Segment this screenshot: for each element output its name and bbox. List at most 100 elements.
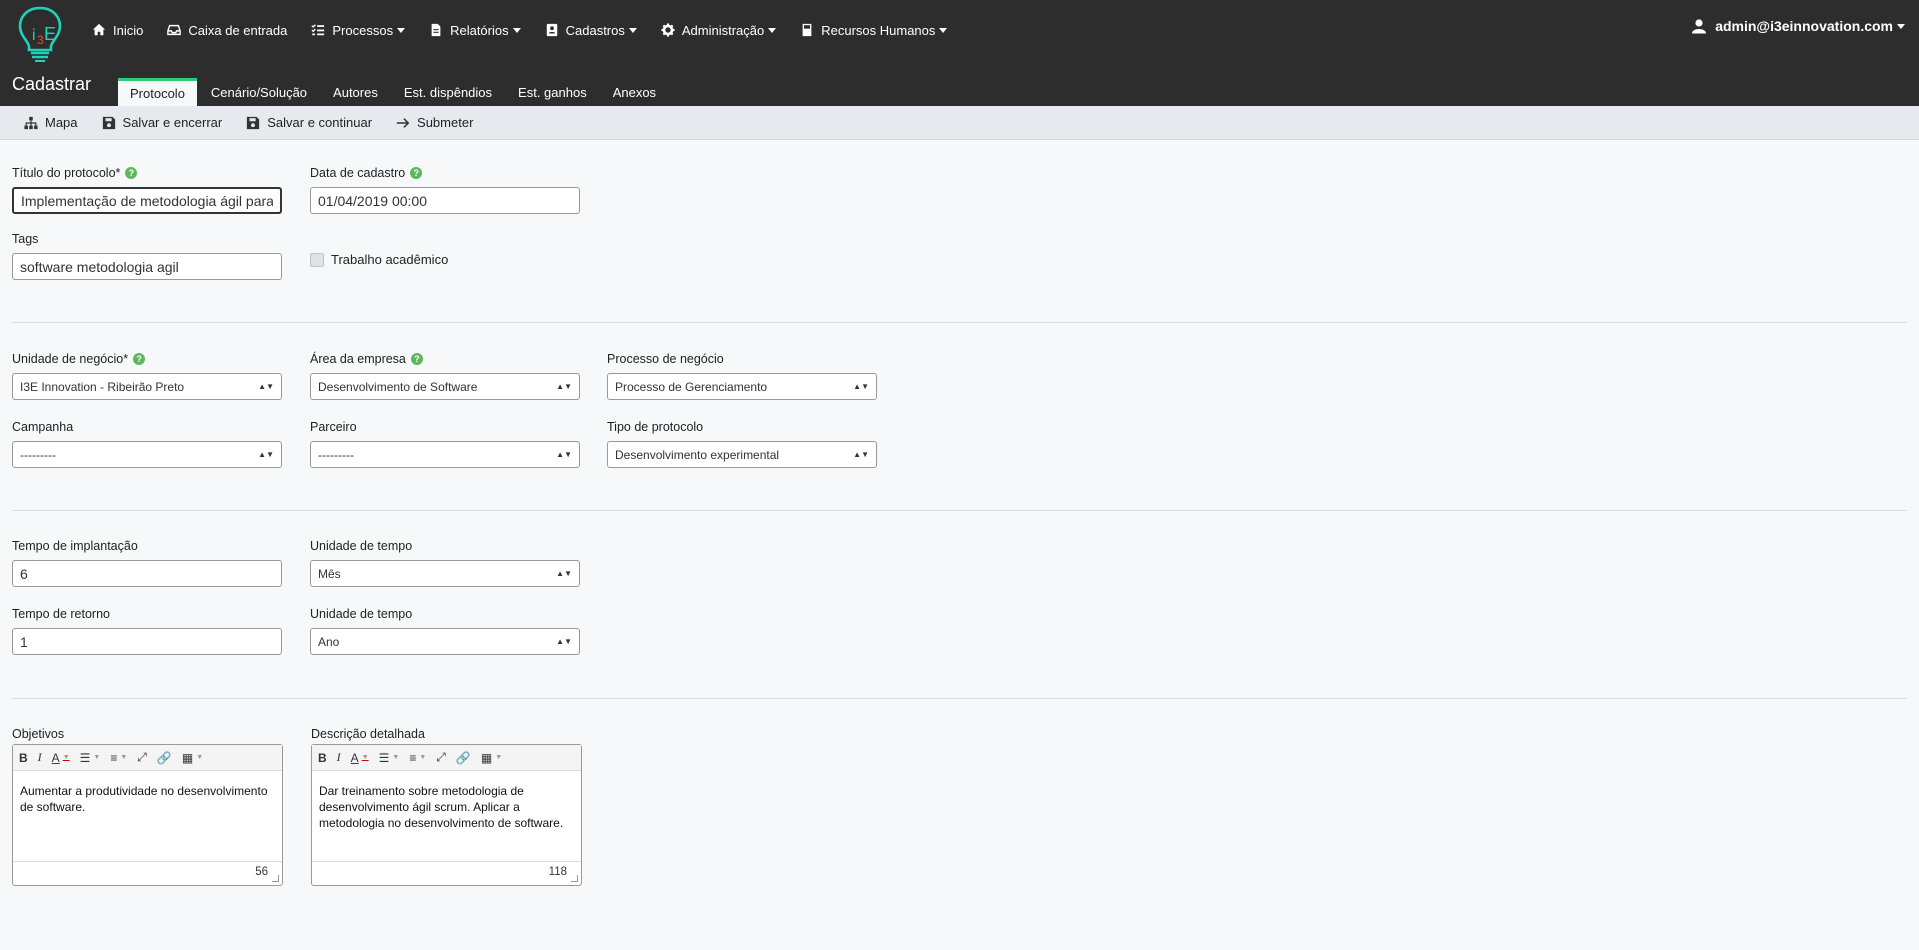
bold-icon[interactable]: B	[318, 751, 327, 765]
area-empresa-select[interactable]: Desenvolvimento de Software ▲▼	[310, 373, 580, 400]
tab-autores[interactable]: Autores	[321, 78, 390, 106]
salvar-encerrar-label: Salvar e encerrar	[122, 115, 223, 130]
link-icon[interactable]: 🔗	[157, 751, 172, 765]
sitemap-icon	[24, 116, 38, 129]
processo-negocio-select[interactable]: Processo de Gerenciamento ▲▼	[607, 373, 877, 400]
tempo-implantacao-label: Tempo de implantação	[12, 539, 138, 553]
svg-text:3: 3	[37, 33, 44, 47]
objetivos-editor: B I A ▼ ☰ ▼ ≡ ▼ ⤢ 🔗 ▦ ▼ Aumentar a produtivi…	[12, 744, 283, 886]
unidade-negocio-select[interactable]: I3E Innovation - Ribeirão Preto ▲▼	[12, 373, 282, 400]
sort-arrows-icon: ▲▼	[556, 568, 572, 578]
nav-caixa-entrada[interactable]: Caixa de entrada	[167, 18, 287, 42]
objetivos-text[interactable]: Aumentar a produtividade no desenvolvime…	[13, 771, 282, 861]
tab-cenario-solucao[interactable]: Cenário/Solução	[199, 78, 319, 106]
form-tabs: Protocolo Cenário/Solução Autores Est. d…	[118, 78, 670, 106]
tab-est-ganhos[interactable]: Est. ganhos	[506, 78, 599, 106]
table-icon[interactable]: ▦ ▼	[182, 751, 203, 765]
select-value: Mês	[318, 566, 341, 581]
descricao-label: Descrição detalhada	[311, 727, 425, 741]
main-nav: Inicio Caixa de entrada Processos Relató…	[92, 18, 971, 42]
parceiro-field: Parceiro --------- ▲▼	[310, 419, 580, 468]
tempo-retorno-input[interactable]	[12, 628, 282, 655]
tipo-protocolo-select[interactable]: Desenvolvimento experimental ▲▼	[607, 441, 877, 468]
action-toolbar: Mapa Salvar e encerrar Salvar e continua…	[0, 106, 1919, 140]
titulo-field: Título do protocolo*?	[12, 165, 282, 214]
campanha-field: Campanha --------- ▲▼	[12, 419, 282, 468]
fullscreen-icon[interactable]: ⤢	[436, 750, 446, 765]
unidade-tempo-retorno-field: Unidade de tempo Ano ▲▼	[310, 606, 580, 655]
help-icon[interactable]: ?	[133, 353, 146, 365]
bullet-list-icon[interactable]: ☰ ▼	[80, 751, 101, 765]
tasks-icon	[311, 24, 325, 36]
editor-toolbar: B I A ▼ ☰ ▼ ≡ ▼ ⤢ 🔗 ▦ ▼	[13, 745, 282, 771]
nav-cadastros[interactable]: Cadastros	[545, 18, 637, 42]
tipo-protocolo-field: Tipo de protocolo Desenvolvimento experi…	[607, 419, 877, 468]
nav-administracao[interactable]: Administração	[661, 18, 777, 42]
help-icon[interactable]: ?	[125, 167, 138, 179]
save-icon	[247, 116, 260, 129]
salvar-encerrar-button[interactable]: Salvar e encerrar	[102, 115, 223, 130]
sort-arrows-icon: ▲▼	[556, 449, 572, 459]
numbered-list-icon[interactable]: ≡ ▼	[409, 751, 426, 765]
nav-inicio[interactable]: Inicio	[92, 18, 143, 42]
salvar-continuar-button[interactable]: Salvar e continuar	[246, 115, 372, 130]
tipo-protocolo-label: Tipo de protocolo	[607, 420, 704, 434]
book-icon	[802, 23, 812, 37]
tab-anexos[interactable]: Anexos	[601, 78, 668, 106]
area-empresa-label: Área da empresa	[310, 352, 406, 366]
font-color-icon[interactable]: A ▼	[351, 751, 369, 765]
area-empresa-field: Área da empresa? Desenvolvimento de Soft…	[310, 351, 580, 400]
mapa-button[interactable]: Mapa	[24, 115, 78, 130]
link-icon[interactable]: 🔗	[456, 751, 471, 765]
select-value: Desenvolvimento experimental	[615, 447, 780, 462]
caret-down-icon	[768, 27, 777, 33]
caret-down-icon	[939, 27, 948, 33]
italic-icon[interactable]: I	[337, 750, 341, 765]
id-card-icon	[546, 23, 557, 37]
tempo-implantacao-input[interactable]	[12, 560, 282, 587]
tab-protocolo[interactable]: Protocolo	[118, 78, 197, 106]
resize-handle-icon[interactable]	[272, 875, 279, 882]
tab-est-dispendios[interactable]: Est. dispêndios	[392, 78, 504, 106]
table-icon[interactable]: ▦ ▼	[481, 751, 502, 765]
trabalho-academico-checkbox[interactable]: Trabalho acadêmico	[310, 252, 448, 267]
data-cadastro-label: Data de cadastro	[310, 166, 406, 180]
tags-input[interactable]	[12, 253, 282, 280]
caret-down-icon	[628, 27, 637, 33]
nav-label: Caixa de entrada	[188, 22, 288, 38]
fullscreen-icon[interactable]: ⤢	[137, 750, 147, 765]
campanha-label: Campanha	[12, 420, 74, 434]
help-icon[interactable]: ?	[410, 167, 423, 179]
mapa-label: Mapa	[45, 115, 78, 130]
tempo-implantacao-field: Tempo de implantação	[12, 538, 282, 587]
nav-processos[interactable]: Processos	[311, 18, 406, 42]
descricao-text[interactable]: Dar treinamento sobre metodologia de des…	[312, 771, 581, 861]
titulo-input[interactable]	[12, 187, 282, 214]
select-value: Processo de Gerenciamento	[615, 379, 768, 394]
bullet-list-icon[interactable]: ☰ ▼	[379, 751, 400, 765]
user-menu[interactable]: admin@i3einnovation.com	[1691, 18, 1905, 34]
descricao-editor: B I A ▼ ☰ ▼ ≡ ▼ ⤢ 🔗 ▦ ▼ Dar treinamento sobr…	[311, 744, 582, 886]
submeter-button[interactable]: Submeter	[396, 115, 473, 130]
caret-down-icon	[512, 27, 521, 33]
nav-recursos-humanos[interactable]: Recursos Humanos	[800, 18, 948, 42]
unidade-tempo-retorno-select[interactable]: Ano ▲▼	[310, 628, 580, 655]
nav-relatorios[interactable]: Relatórios	[429, 18, 521, 42]
resize-handle-icon[interactable]	[571, 875, 578, 882]
parceiro-select[interactable]: --------- ▲▼	[310, 441, 580, 468]
campanha-select[interactable]: --------- ▲▼	[12, 441, 282, 468]
data-cadastro-input[interactable]	[310, 187, 580, 214]
font-color-icon[interactable]: A ▼	[52, 751, 70, 765]
numbered-list-icon[interactable]: ≡ ▼	[110, 751, 127, 765]
gear-icon	[661, 23, 675, 37]
char-count: 118	[548, 866, 567, 878]
parceiro-label: Parceiro	[310, 420, 357, 434]
checkbox-box[interactable]	[310, 252, 324, 267]
italic-icon[interactable]: I	[38, 750, 42, 765]
sort-arrows-icon: ▲▼	[258, 381, 274, 391]
help-icon[interactable]: ?	[410, 353, 423, 365]
unidade-tempo-implantacao-select[interactable]: Mês ▲▼	[310, 560, 580, 587]
save-icon	[102, 116, 115, 129]
bold-icon[interactable]: B	[19, 751, 28, 765]
lightbulb-logo-icon[interactable]: i 3 E	[14, 4, 66, 62]
